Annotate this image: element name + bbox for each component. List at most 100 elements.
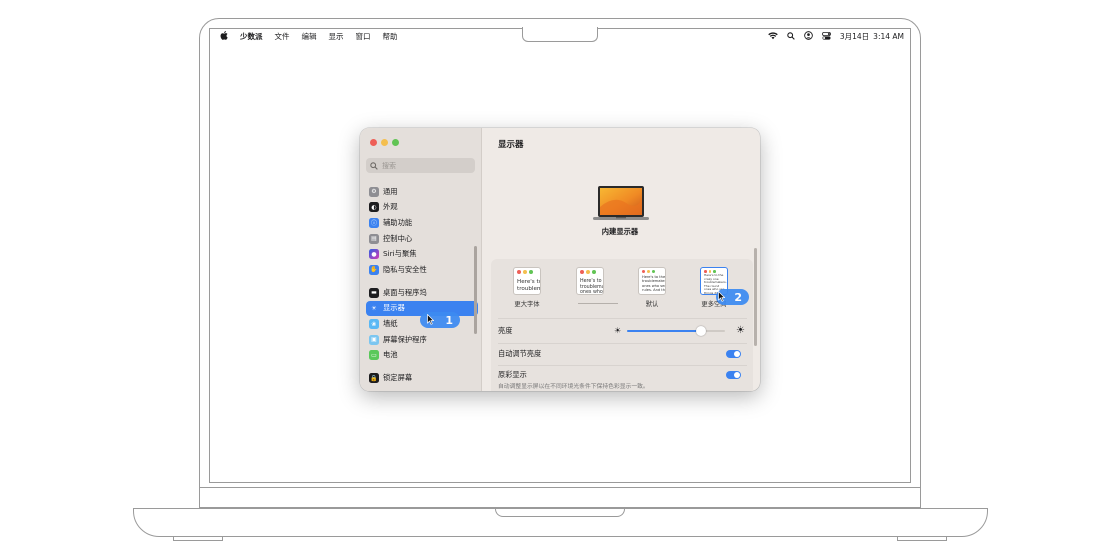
laptop-opening-groove xyxy=(495,508,625,517)
true-tone-row: 原彩显示 自动调整显示屏以在不同环境光条件下保持色彩显示一致。 xyxy=(498,370,748,391)
brightness-label: 亮度 xyxy=(498,326,513,335)
brightness-low-icon: ☀ xyxy=(614,326,622,335)
resolution-preview: Here's to troublem xyxy=(513,267,541,295)
menu-edit[interactable]: 编辑 xyxy=(302,31,317,42)
sidebar-item-privacy[interactable]: ✋ 隐私与安全性 xyxy=(366,262,478,278)
sidebar-item-lock-screen[interactable]: 🔒 锁定屏幕 xyxy=(366,371,478,387)
menu-date[interactable]: 3月14日 xyxy=(840,31,869,42)
sidebar-item-control-center[interactable]: ▤ 控制中心 xyxy=(366,231,478,247)
menu-time[interactable]: 3:14 AM xyxy=(873,32,904,41)
sidebar-list: ⚙ 通用 ◐ 外观 ⓘ 辅助功能 ▤ 控制中心 ● Siri与聚焦 ✋ 隐私与安… xyxy=(366,184,478,386)
auto-brightness-label: 自动调节亮度 xyxy=(498,349,542,358)
brightness-slider-knob[interactable] xyxy=(696,326,707,336)
resolution-preview: Here's to t troublema ones who xyxy=(576,267,604,295)
divider xyxy=(498,343,747,344)
traffic-lights xyxy=(370,139,399,146)
menu-help[interactable]: 帮助 xyxy=(383,31,398,42)
user-icon[interactable] xyxy=(804,31,813,42)
resolution-option-default[interactable]: Here's to the c troublemakers ones who s… xyxy=(632,267,672,308)
sidebar-item-battery[interactable]: ▭ 电池 xyxy=(366,347,478,363)
divider xyxy=(498,365,747,366)
menu-bar: 少数派 文件 编辑 显示 窗口 帮助 3月14日 3:14 AM xyxy=(210,29,910,44)
search-icon xyxy=(370,161,378,170)
lock-icon: 🔒 xyxy=(369,373,379,384)
step-badge-1: 1 xyxy=(420,312,460,328)
true-tone-toggle[interactable] xyxy=(726,371,741,379)
brightness-fill xyxy=(627,330,702,332)
step-number: 2 xyxy=(734,290,742,304)
sidebar-item-label: 外观 xyxy=(383,202,398,212)
display-settings-panel: Here's to troublem 更大字体 Here's to t trou… xyxy=(491,259,753,391)
laptop-foot-right xyxy=(897,537,947,541)
resolution-option-larger-text[interactable]: Here's to troublem 更大字体 xyxy=(507,267,547,308)
dock-icon: ▬ xyxy=(369,287,379,298)
minimize-button[interactable] xyxy=(381,139,388,146)
auto-brightness-toggle[interactable] xyxy=(726,350,741,358)
preview-text: Here's to the c troublemakers ones who s… xyxy=(642,275,666,292)
brightness-high-icon: ☀ xyxy=(736,325,745,336)
sidebar-item-label: 通用 xyxy=(383,186,398,196)
sidebar-scrollbar[interactable] xyxy=(474,246,477,334)
menu-view[interactable]: 显示 xyxy=(329,31,344,42)
sidebar-item-desktop-dock[interactable]: ▬ 桌面与程序坞 xyxy=(366,285,478,301)
sidebar-item-label: 锁定屏幕 xyxy=(383,373,413,383)
sidebar-item-label: 辅助功能 xyxy=(383,217,413,227)
wallpaper-icon: ❀ xyxy=(369,319,379,330)
sidebar-item-label: 墙纸 xyxy=(383,319,398,329)
battery-icon: ▭ xyxy=(369,350,379,361)
close-button[interactable] xyxy=(370,139,377,146)
menu-window[interactable]: 窗口 xyxy=(356,31,371,42)
sidebar-item-appearance[interactable]: ◐ 外观 xyxy=(366,200,478,216)
wifi-icon[interactable] xyxy=(768,31,778,42)
step-number: 1 xyxy=(445,313,453,327)
preview-text: Here's to troublem xyxy=(517,279,541,292)
laptop-foot-left xyxy=(173,537,223,541)
sidebar-item-label: 桌面与程序坞 xyxy=(383,287,427,297)
sidebar-item-label: 屏幕保护程序 xyxy=(383,334,427,344)
auto-brightness-row: 自动调节亮度 xyxy=(498,349,748,361)
sidebar-item-accessibility[interactable]: ⓘ 辅助功能 xyxy=(366,215,478,231)
hand-icon: ✋ xyxy=(369,264,379,275)
resolution-label: 默认 xyxy=(645,301,659,308)
mouse-pointer-icon xyxy=(718,291,725,302)
zoom-button[interactable] xyxy=(392,139,399,146)
settings-window: 搜索 ⚙ 通用 ◐ 外观 ⓘ 辅助功能 ▤ 控制中心 ● Siri与聚焦 ✋ 隐… xyxy=(360,128,760,391)
sidebar-item-label: 控制中心 xyxy=(383,233,413,243)
apple-menu-icon[interactable] xyxy=(220,31,228,42)
sun-icon: ☀ xyxy=(369,303,379,314)
search-placeholder: 搜索 xyxy=(382,161,396,170)
sidebar-item-label: Siri与聚焦 xyxy=(383,249,417,259)
menu-app-name[interactable]: 少数派 xyxy=(240,31,263,42)
resolution-option-2[interactable]: Here's to t troublema ones who xyxy=(570,267,610,299)
sidebar-item-label: 电池 xyxy=(383,350,398,360)
brightness-row: 亮度 ☀ ☀ xyxy=(498,325,748,338)
sidebar: 搜索 ⚙ 通用 ◐ 外观 ⓘ 辅助功能 ▤ 控制中心 ● Siri与聚焦 ✋ 隐… xyxy=(360,128,482,391)
menu-file[interactable]: 文件 xyxy=(275,31,290,42)
sidebar-item-general[interactable]: ⚙ 通用 xyxy=(366,184,478,200)
sidebar-item-label: 隐私与安全性 xyxy=(383,264,427,274)
sidebar-item-siri[interactable]: ● Siri与聚焦 xyxy=(366,246,478,262)
mouse-pointer-icon xyxy=(427,314,434,325)
resolution-divider xyxy=(578,303,618,304)
sidebar-item-screensaver[interactable]: ▣ 屏幕保护程序 xyxy=(366,332,478,348)
true-tone-label: 原彩显示 xyxy=(498,370,527,379)
gear-icon: ⚙ xyxy=(369,186,379,197)
preview-text: Here's to t troublema ones who xyxy=(580,279,604,295)
search-icon[interactable] xyxy=(787,31,795,42)
page-title: 显示器 xyxy=(498,140,524,150)
control-center-icon[interactable] xyxy=(821,31,831,42)
brightness-slider[interactable] xyxy=(627,326,725,336)
siri-icon: ● xyxy=(369,249,379,260)
content-scrollbar[interactable] xyxy=(754,248,757,346)
macbook-display-image xyxy=(593,186,649,220)
true-tone-description: 自动调整显示屏以在不同环境光条件下保持色彩显示一致。 xyxy=(498,384,649,390)
resolution-label: 更大字体 xyxy=(514,301,540,308)
laptop-hinge xyxy=(199,488,921,508)
appearance-icon: ◐ xyxy=(369,202,379,213)
sidebar-search-field[interactable]: 搜索 xyxy=(366,158,475,173)
display-name: 内建显示器 xyxy=(601,227,639,236)
screensaver-icon: ▣ xyxy=(369,334,379,345)
accessibility-icon: ⓘ xyxy=(369,217,379,228)
